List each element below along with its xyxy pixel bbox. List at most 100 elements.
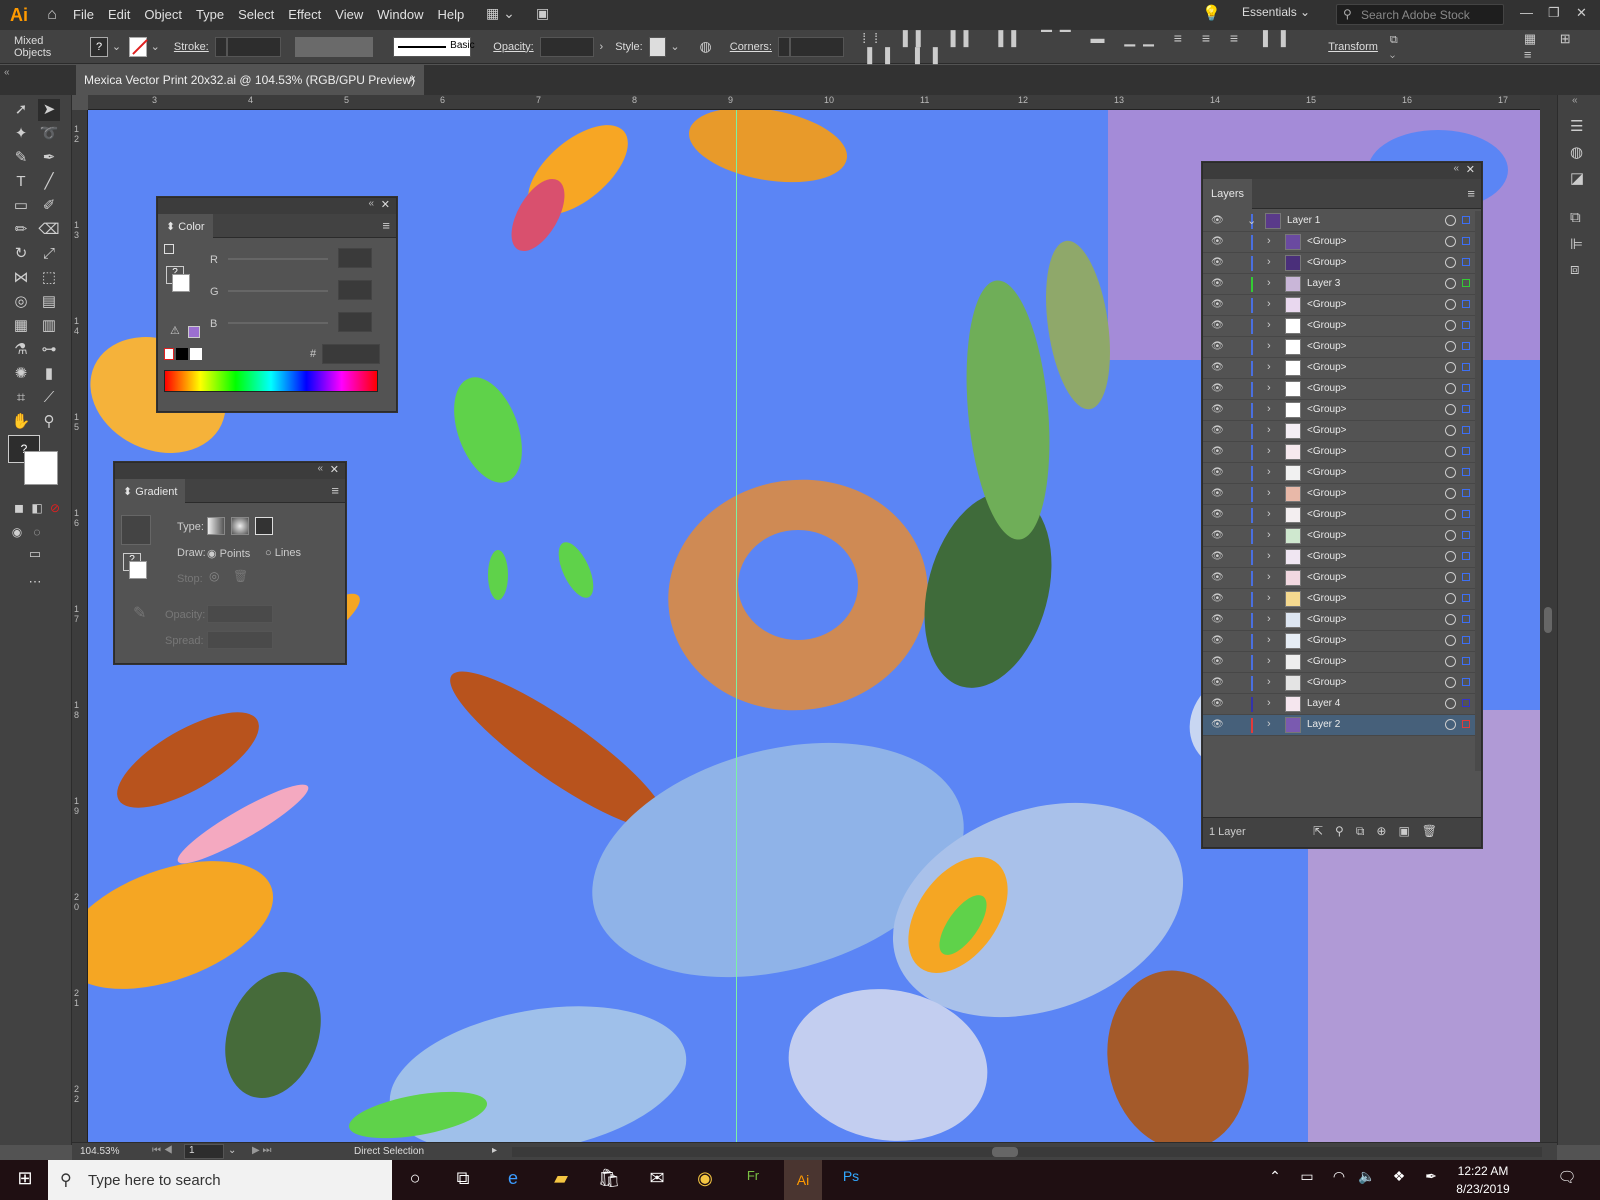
visibility-eye-icon[interactable]: 👁 [1211, 404, 1225, 415]
magic-wand-icon[interactable]: ✦ [10, 123, 32, 145]
gradient-preview[interactable] [121, 515, 151, 545]
expand-chevron-icon[interactable]: › [1267, 655, 1271, 667]
artboard-tool-icon[interactable]: ⌗ [10, 387, 32, 409]
r-slider[interactable] [228, 258, 328, 260]
document-tab[interactable]: Mexica Vector Print 20x32.ai @ 104.53% (… [76, 65, 424, 95]
target-icon[interactable] [1445, 488, 1456, 499]
pen-tool-icon[interactable]: ✎ [10, 147, 32, 169]
gradient-panel-tab[interactable]: ⬍ Gradient [115, 479, 186, 503]
workspace-switcher[interactable]: Essentials ⌄ [1242, 5, 1310, 19]
selection-indicator[interactable] [1462, 615, 1470, 623]
delete-stop-icon[interactable]: 🗑 [233, 569, 248, 583]
style-swatch[interactable] [648, 36, 667, 57]
selection-indicator[interactable] [1462, 216, 1470, 224]
eraser-icon[interactable]: ⌫ [38, 219, 60, 241]
microsoft-store-icon[interactable]: 🛍 [596, 1168, 622, 1192]
selection-indicator[interactable] [1462, 321, 1470, 329]
layers-footer-icons[interactable]: ⇱⚲⧉⊕▣🗑 [1313, 824, 1449, 839]
action-center-icon[interactable]: 🗨 [1554, 1168, 1580, 1192]
visibility-eye-icon[interactable]: 👁 [1211, 446, 1225, 457]
target-icon[interactable] [1445, 236, 1456, 247]
layer-name[interactable]: <Group> [1307, 341, 1346, 352]
column-graph-icon[interactable]: ▮ [38, 363, 60, 385]
lasso-icon[interactable]: ➰ [38, 123, 60, 145]
visibility-eye-icon[interactable]: 👁 [1211, 677, 1225, 688]
visibility-eye-icon[interactable]: 👁 [1211, 572, 1225, 583]
corners-input[interactable] [790, 36, 845, 57]
vertical-scrollbar[interactable] [1540, 95, 1557, 1145]
gradient-stroke-indicator[interactable] [129, 561, 147, 579]
expand-chevron-icon[interactable]: › [1267, 235, 1271, 247]
target-icon[interactable] [1445, 635, 1456, 646]
layer-name[interactable]: <Group> [1307, 236, 1346, 247]
layer-row[interactable]: 👁 › <Group> [1203, 442, 1475, 463]
expand-chevron-icon[interactable]: › [1267, 550, 1271, 562]
cortana-icon[interactable]: ○ [402, 1168, 428, 1192]
menu-file[interactable]: File [66, 0, 101, 30]
visibility-eye-icon[interactable]: 👁 [1211, 341, 1225, 352]
target-icon[interactable] [1445, 614, 1456, 625]
target-icon[interactable] [1445, 551, 1456, 562]
layer-row[interactable]: 👁 › <Group> [1203, 631, 1475, 652]
layer-name[interactable]: <Group> [1307, 593, 1346, 604]
layers-scrollbar[interactable] [1475, 211, 1481, 771]
expand-chevron-icon[interactable]: › [1267, 571, 1271, 583]
panel-header[interactable]: « ✕ [158, 198, 396, 214]
target-icon[interactable] [1445, 446, 1456, 457]
close-tab-icon[interactable]: × [409, 72, 416, 86]
opacity-dropdown[interactable] [207, 605, 273, 623]
close-icon[interactable]: ✕ [1466, 163, 1475, 176]
color-spectrum[interactable] [164, 370, 378, 392]
status-menu-icon[interactable]: ▸ [492, 1145, 497, 1156]
selection-indicator[interactable] [1462, 363, 1470, 371]
collapse-icon[interactable]: « [1453, 163, 1459, 174]
chevron-down-icon[interactable]: ⌄ [112, 40, 121, 53]
artboard-number[interactable]: 1 [184, 1144, 224, 1159]
expand-chevron-icon[interactable]: › [1267, 256, 1271, 268]
close-window-icon[interactable]: ✕ [1576, 5, 1587, 21]
chevron-down-icon[interactable]: ⌄ [670, 40, 679, 53]
target-icon[interactable] [1445, 593, 1456, 604]
stroke-label[interactable]: Stroke: [174, 41, 209, 53]
menu-help[interactable]: Help [430, 0, 471, 30]
windows-start-icon[interactable]: ⊞ [12, 1168, 38, 1192]
wifi-icon[interactable]: ◠ [1326, 1168, 1352, 1192]
b-slider[interactable] [228, 322, 328, 324]
selection-tool-icon[interactable]: ➚ [10, 99, 32, 121]
visibility-eye-icon[interactable]: 👁 [1211, 530, 1225, 541]
visibility-eye-icon[interactable]: 👁 [1211, 278, 1225, 289]
selection-indicator[interactable] [1462, 678, 1470, 686]
pen-icon[interactable]: ✒ [1418, 1168, 1444, 1192]
chevron-down-icon[interactable]: ⌄ [151, 40, 160, 53]
layer-name[interactable]: <Group> [1307, 551, 1346, 562]
task-view-icon[interactable]: ⧉ [450, 1168, 476, 1192]
stroke-weight-input[interactable] [227, 36, 282, 57]
layer-row[interactable]: 👁 › <Group> [1203, 253, 1475, 274]
battery-icon[interactable]: ▭ [1294, 1168, 1320, 1192]
layer-row[interactable]: 👁 › <Group> [1203, 505, 1475, 526]
mesh-tool-icon[interactable]: ▦ [10, 315, 32, 337]
hex-input[interactable] [322, 344, 380, 364]
target-icon[interactable] [1445, 530, 1456, 541]
layer-row[interactable]: 👁 ⌄ Layer 1 [1203, 211, 1475, 232]
horizontal-ruler[interactable]: 3 4 5 6 7 8 9 10 11 12 13 14 15 16 17 [88, 95, 1540, 110]
target-icon[interactable] [1445, 656, 1456, 667]
color-panel-tab[interactable]: ⬍ Color [158, 214, 213, 238]
free-transform-icon[interactable]: ⬚ [38, 267, 60, 289]
panel-options-icons[interactable]: ▦ ⊞ ≡ [1524, 31, 1600, 62]
points-radio[interactable]: ◉ Points [207, 547, 250, 560]
opacity-label[interactable]: Opacity: [493, 41, 533, 53]
layer-row[interactable]: 👁 › <Group> [1203, 568, 1475, 589]
selection-indicator[interactable] [1462, 237, 1470, 245]
selection-indicator[interactable] [1462, 720, 1470, 728]
target-icon[interactable] [1445, 257, 1456, 268]
corners-stepper[interactable] [777, 36, 791, 57]
lines-radio[interactable]: ○ Lines [265, 547, 301, 559]
menu-edit[interactable]: Edit [101, 0, 137, 30]
layer-row[interactable]: 👁 › Layer 2 [1203, 715, 1475, 736]
selection-indicator[interactable] [1462, 300, 1470, 308]
paintbrush-icon[interactable]: ✐ [38, 195, 60, 217]
target-icon[interactable] [1445, 719, 1456, 730]
visibility-eye-icon[interactable]: 👁 [1211, 656, 1225, 667]
layer-row[interactable]: 👁 › Layer 4 [1203, 694, 1475, 715]
